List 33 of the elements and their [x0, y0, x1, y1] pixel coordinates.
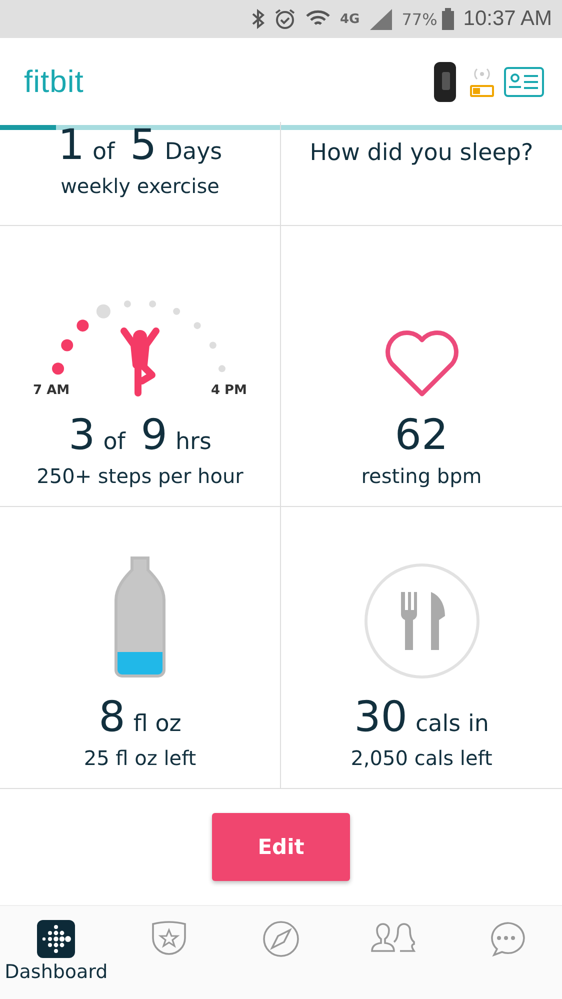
edit-button[interactable]: Edit — [212, 813, 350, 881]
people-icon — [370, 920, 416, 954]
compass-icon — [262, 920, 300, 958]
end-time-label: 4 PM — [210, 382, 247, 398]
signal-icon — [368, 8, 393, 30]
stat-value: 1 of 5 Days — [58, 122, 222, 168]
stat-value: 30 cals in — [354, 694, 489, 740]
app-logo: fitbit — [24, 64, 84, 100]
fork-knife-icon — [362, 562, 480, 680]
battery-icon — [442, 8, 454, 30]
network-label: 4G — [340, 12, 360, 26]
stat-caption: resting bpm — [361, 464, 482, 488]
clock: 10:37 AM — [463, 7, 552, 31]
stat-caption: 2,050 cals left — [350, 746, 492, 770]
stat-value: 8 fl oz — [98, 694, 182, 740]
stat-caption: 25 fl oz left — [84, 746, 196, 770]
heart-icon — [384, 330, 460, 398]
nav-tab[interactable]: Dashboard — [6, 920, 106, 983]
alarm-icon — [274, 8, 296, 30]
stat-caption: 250+ steps per hour — [36, 464, 244, 488]
star-shield-icon — [150, 920, 188, 958]
stat-caption: weekly exercise — [60, 174, 220, 198]
profile-card-icon[interactable] — [504, 66, 544, 96]
stat-value: 62 — [394, 412, 448, 458]
tracker-battery — [470, 84, 494, 96]
start-time-label: 7 AM — [33, 382, 70, 398]
bluetooth-icon — [250, 9, 265, 29]
battery-percent: 77% — [402, 10, 438, 28]
stat-value: 3 of 9 hrs — [68, 412, 212, 458]
stat-caption: How did you sleep? — [310, 140, 534, 166]
dotted-grid-icon — [37, 920, 76, 958]
water-bottle-icon — [112, 554, 168, 680]
sync-signal-icon — [471, 66, 493, 80]
